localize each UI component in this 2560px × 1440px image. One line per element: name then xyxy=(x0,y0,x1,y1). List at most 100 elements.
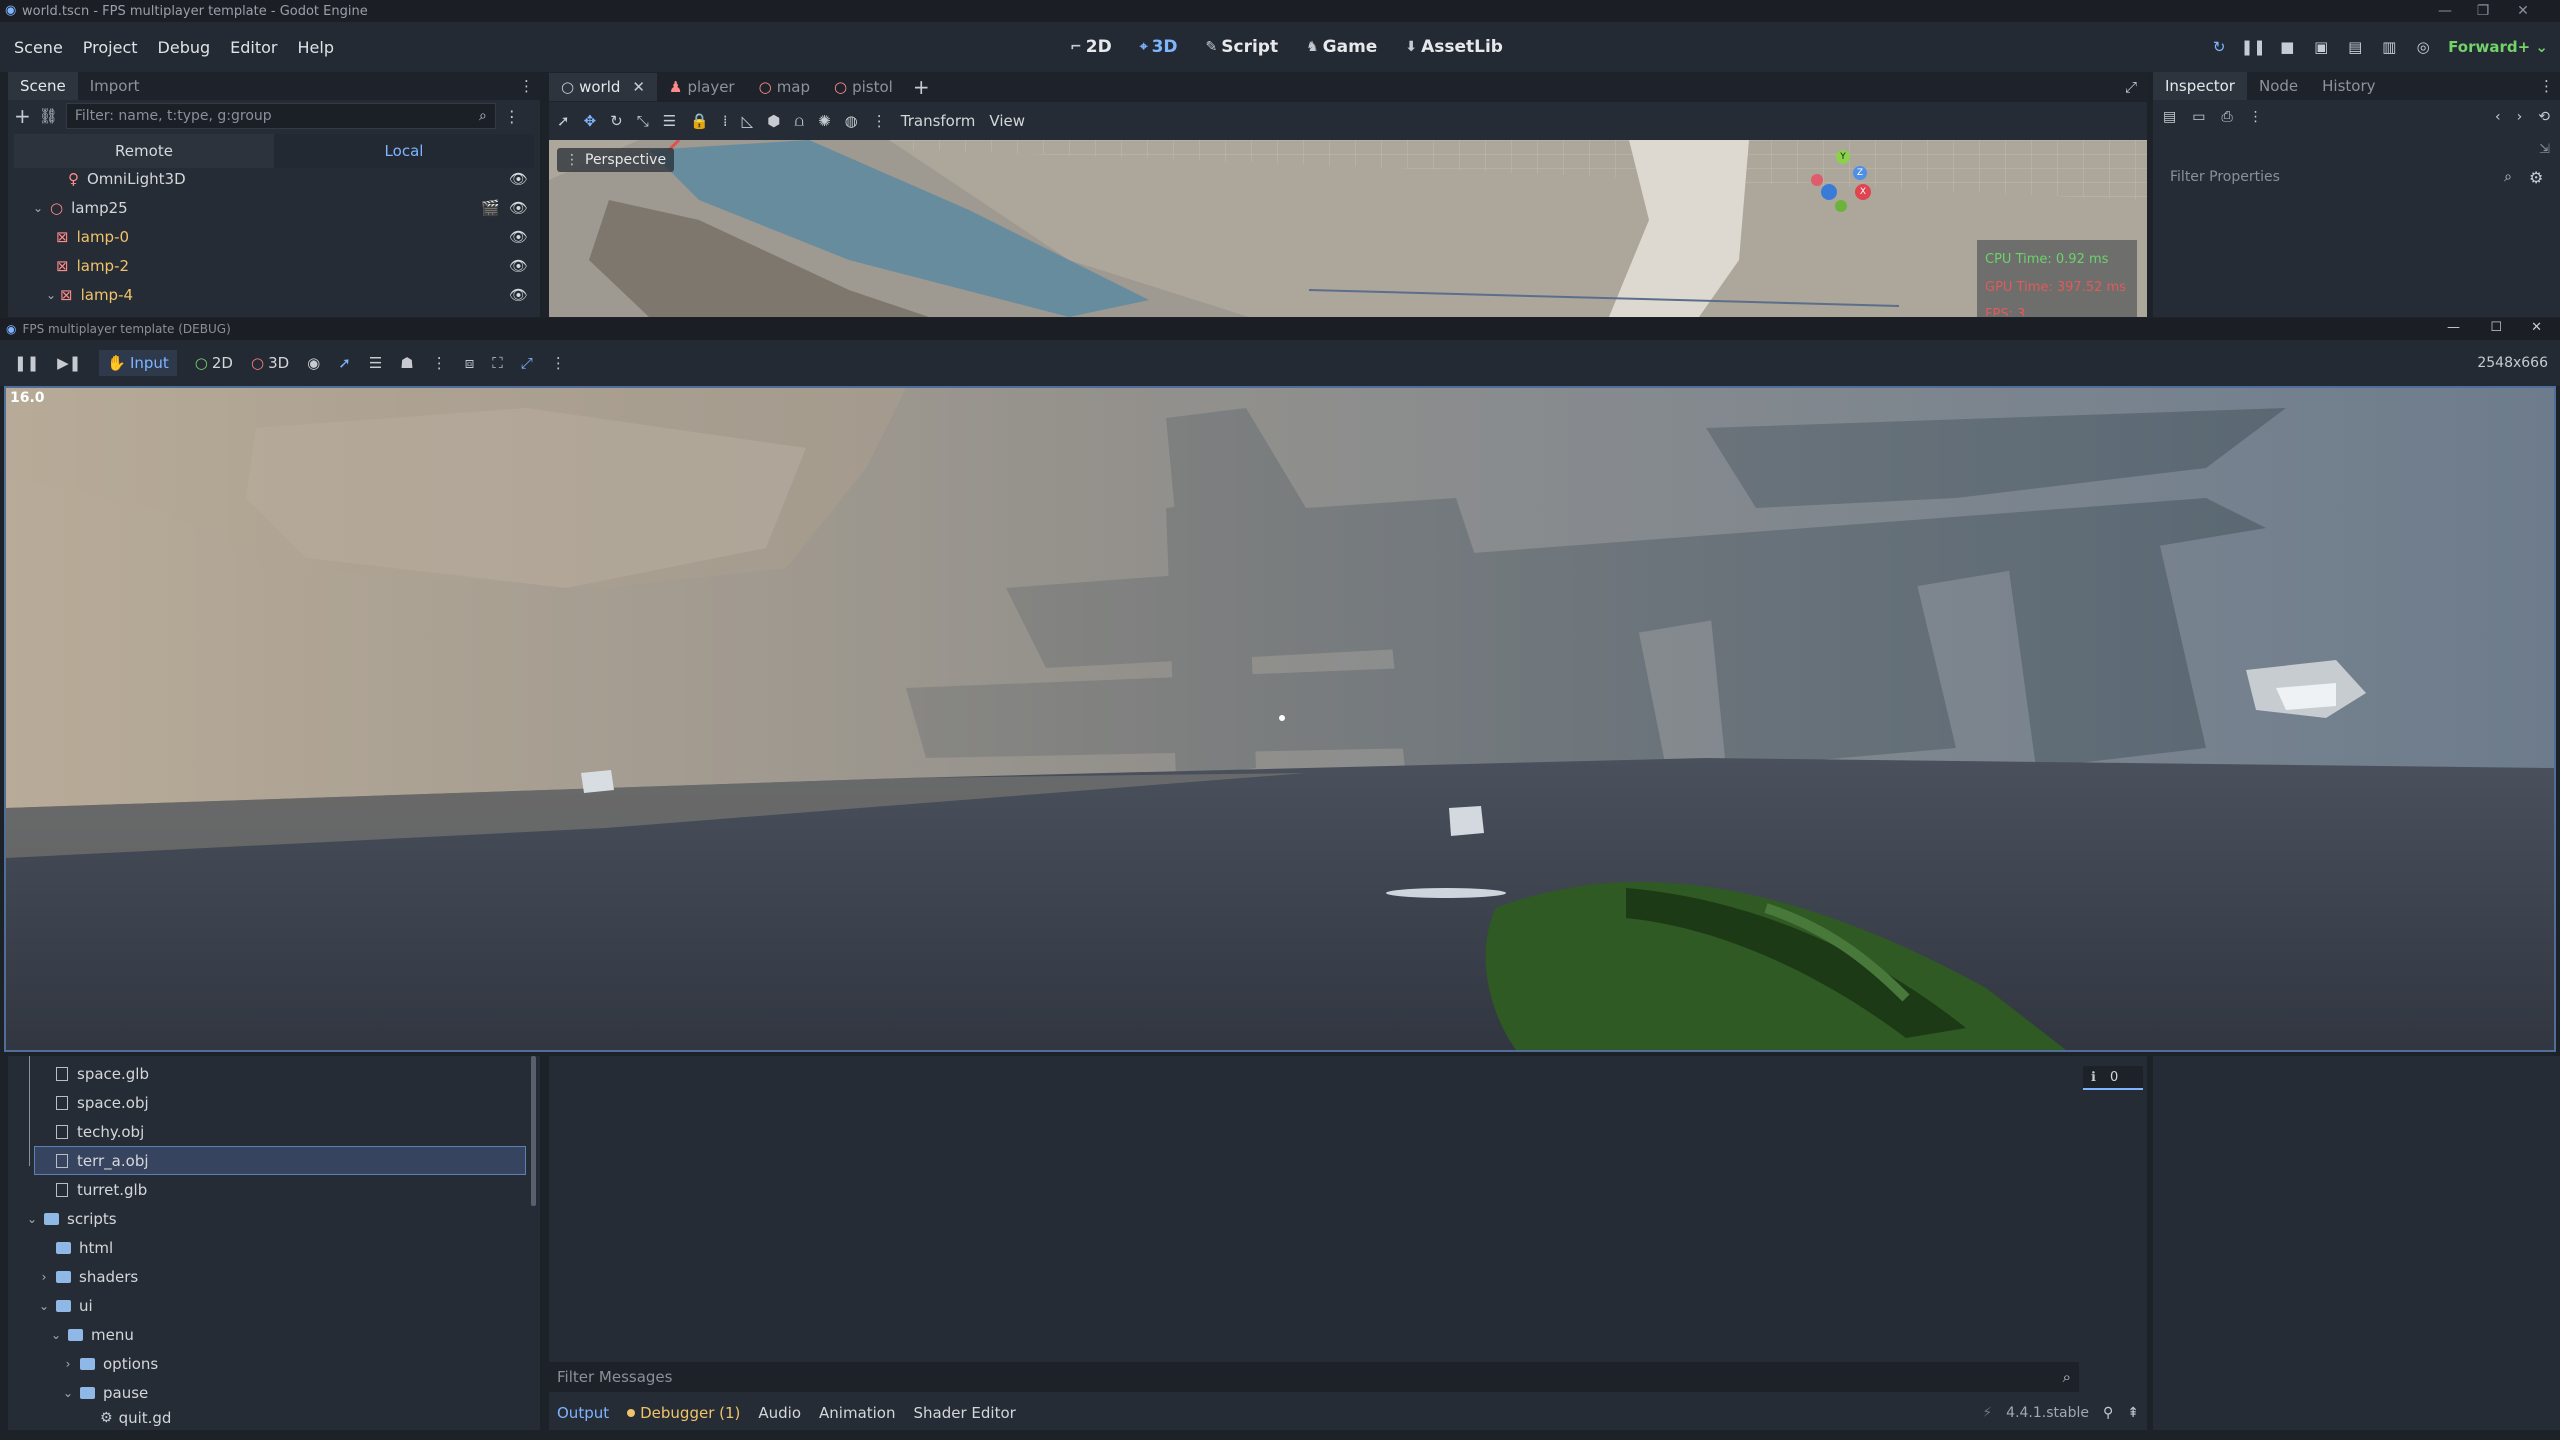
fs-folder-ui[interactable]: ⌄ ui xyxy=(8,1291,540,1320)
stop-icon[interactable]: ■ xyxy=(2278,38,2296,56)
list-select-icon[interactable]: ☰ xyxy=(369,354,382,372)
screen-3d-button[interactable]: ⌖ 3D xyxy=(1140,37,1178,57)
menu-project[interactable]: Project xyxy=(83,38,138,57)
tree-node-lamp25[interactable]: ⌄ ○ lamp25 🎬 👁 xyxy=(8,193,540,222)
camera-menu-icon[interactable]: ⋮ xyxy=(432,354,447,372)
gizmo-y-axis[interactable]: Y xyxy=(1836,150,1850,164)
preview-menu-icon[interactable]: ⋮ xyxy=(872,112,887,130)
scene-tab-map[interactable]: ○ map xyxy=(747,73,822,101)
remote-tab[interactable]: Remote xyxy=(14,134,274,168)
next-frame-icon[interactable]: ▶❚ xyxy=(57,354,81,372)
tab-audio[interactable]: Audio xyxy=(758,1404,801,1422)
minimize-icon[interactable]: — xyxy=(2430,0,2460,22)
tab-import[interactable]: Import xyxy=(78,72,152,100)
open-resource-icon[interactable]: ▭ xyxy=(2192,109,2205,125)
distraction-free-icon[interactable]: ⤢ xyxy=(2125,78,2137,96)
expand-chevron-icon[interactable]: ⌄ xyxy=(46,288,56,302)
dock-menu-icon[interactable]: ⋮ xyxy=(2539,77,2554,95)
fs-folder-scripts[interactable]: ⌄ scripts xyxy=(8,1204,540,1233)
tree-node-lamp-4[interactable]: ⌄ ⊠ lamp-4 👁 xyxy=(8,280,540,309)
close-icon[interactable]: ✕ xyxy=(2508,0,2538,22)
visibility-eye-icon[interactable]: 👁 xyxy=(509,170,528,188)
reload-icon[interactable]: ↻ xyxy=(2210,38,2228,56)
gizmo-neg-x-axis[interactable] xyxy=(1811,174,1823,186)
tab-scene[interactable]: Scene xyxy=(8,72,78,100)
movie-maker-icon[interactable]: ◎ xyxy=(2414,38,2432,56)
tab-debugger[interactable]: Debugger (1) xyxy=(627,1404,740,1422)
screen-game-button[interactable]: ♞ Game xyxy=(1306,37,1377,57)
fs-folder-html[interactable]: html xyxy=(8,1233,540,1262)
menu-scene[interactable]: Scene xyxy=(14,38,63,57)
scene-tab-world[interactable]: ○ world ✕ xyxy=(549,73,657,101)
output-log[interactable] xyxy=(549,1060,2079,1360)
restore-icon[interactable]: ❐ xyxy=(2468,0,2498,22)
game-viewport[interactable]: 16.0 xyxy=(4,386,2556,1052)
filesystem-scrollbar[interactable] xyxy=(531,1056,536,1206)
history-forward-icon[interactable]: › xyxy=(2517,109,2523,125)
tree-node-lamp-2[interactable]: ⊠ lamp-2 👁 xyxy=(8,251,540,280)
list-select-icon[interactable]: ☰ xyxy=(663,112,676,130)
scene-tab-player[interactable]: ♟ player xyxy=(657,73,747,101)
scene-instance-icon[interactable]: 🎬 xyxy=(481,199,500,217)
remote-debug-icon[interactable]: ▣ xyxy=(2312,38,2330,56)
expand-chevron-icon[interactable]: ⌄ xyxy=(30,201,46,215)
pause-game-icon[interactable]: ❚❚ xyxy=(14,354,39,372)
expand-chevron-icon[interactable]: ⌄ xyxy=(48,1328,64,1342)
tree-node-omnilight[interactable]: ♀ OmniLight3D 👁 xyxy=(8,164,540,193)
tab-output[interactable]: Output xyxy=(557,1404,609,1422)
visibility-icon[interactable]: ◉ xyxy=(307,354,320,372)
sun-icon[interactable]: ✺ xyxy=(818,112,831,130)
tab-animation[interactable]: Animation xyxy=(819,1404,895,1422)
menu-editor[interactable]: Editor xyxy=(230,38,277,57)
run-scene-icon[interactable]: ▤ xyxy=(2346,38,2364,56)
screen-2d-button[interactable]: ⌐ 2D xyxy=(1070,37,1112,57)
filter-properties-input[interactable]: Filter Properties ⌕ xyxy=(2161,164,2521,190)
fs-folder-pause[interactable]: ⌄ pause xyxy=(8,1378,540,1407)
lock-icon[interactable]: 🔒 xyxy=(690,112,709,130)
local-space-icon[interactable]: ⬢ xyxy=(767,112,780,130)
expand-chevron-icon[interactable]: ⌄ xyxy=(36,1299,52,1313)
screen-assetlib-button[interactable]: ⬇ AssetLib xyxy=(1405,37,1503,57)
fs-folder-shaders[interactable]: › shaders xyxy=(8,1262,540,1291)
new-resource-icon[interactable]: ▤ xyxy=(2163,109,2176,125)
collapse-chevron-icon[interactable]: › xyxy=(60,1357,76,1371)
pause-icon[interactable]: ❚❚ xyxy=(2241,38,2266,56)
visibility-eye-icon[interactable]: 👁 xyxy=(509,257,528,275)
fs-item-quit-gd[interactable]: ⚙ quit.gd xyxy=(8,1407,540,1429)
inspector-settings-icon[interactable]: ⚙ xyxy=(2529,168,2543,187)
close-tab-icon[interactable]: ✕ xyxy=(632,78,645,96)
expand-chevron-icon[interactable]: ⌄ xyxy=(60,1386,76,1400)
menu-debug[interactable]: Debug xyxy=(158,38,211,57)
fs-folder-options[interactable]: › options xyxy=(8,1349,540,1378)
gizmo-x-axis[interactable]: X xyxy=(1855,184,1871,200)
snap-icon[interactable]: ⩍ xyxy=(794,112,804,130)
mode-3d-button[interactable]: ○ 3D xyxy=(251,354,289,372)
visibility-eye-icon[interactable]: 👁 xyxy=(509,199,528,217)
view-gizmo[interactable]: Y Z X xyxy=(1811,150,1875,214)
group-icon[interactable]: ⁞ xyxy=(723,112,728,130)
game-menu-icon[interactable]: ⋮ xyxy=(551,354,566,372)
fs-item-space-glb[interactable]: space.glb xyxy=(8,1059,540,1088)
close-icon[interactable]: ✕ xyxy=(2531,320,2542,335)
filter-messages-input[interactable]: Filter Messages ⌕ xyxy=(549,1362,2079,1392)
gizmo-neg-y-axis[interactable] xyxy=(1835,200,1847,212)
fs-item-techy-obj[interactable]: techy.obj xyxy=(8,1117,540,1146)
local-tab[interactable]: Local xyxy=(274,134,534,168)
screen-script-button[interactable]: ✎ Script xyxy=(1206,37,1279,57)
run-custom-icon[interactable]: ▥ xyxy=(2380,38,2398,56)
embed-icon[interactable]: ⧈ xyxy=(465,354,475,372)
scene-filter-menu-icon[interactable]: ⋮ xyxy=(504,107,520,126)
pin-icon[interactable]: ⇲ xyxy=(2539,142,2550,157)
save-resource-icon[interactable]: ⎙ xyxy=(2221,109,2232,125)
scene-tab-pistol[interactable]: ○ pistol xyxy=(822,73,905,101)
expand-chevron-icon[interactable]: ⌄ xyxy=(24,1212,40,1226)
view-menu[interactable]: View xyxy=(989,112,1025,130)
gizmo-z-axis[interactable]: Z xyxy=(1853,166,1867,180)
fs-item-space-obj[interactable]: space.obj xyxy=(8,1088,540,1117)
tab-node[interactable]: Node xyxy=(2247,72,2310,100)
resource-menu-icon[interactable]: ⋮ xyxy=(2249,109,2263,125)
renderer-selector[interactable]: Forward+ ⌄ xyxy=(2448,38,2548,56)
history-back-icon[interactable]: ‹ xyxy=(2495,109,2501,125)
perspective-menu[interactable]: ⋮ Perspective xyxy=(557,148,675,172)
message-filter-info[interactable]: ℹ 0 xyxy=(2083,1066,2143,1090)
